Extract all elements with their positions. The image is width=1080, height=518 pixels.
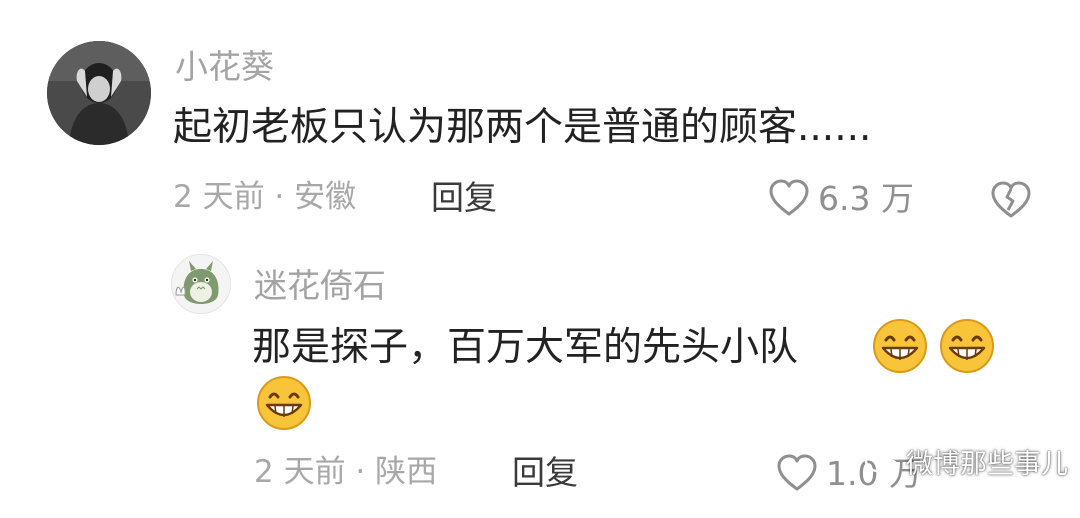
reply-avatar[interactable] (171, 254, 231, 314)
reply-to-reply-button[interactable]: 回复 (512, 456, 578, 489)
reply-content: 那是探子，百万大军的先头小队 (252, 325, 799, 370)
heart-outline-icon (777, 454, 817, 491)
broken-heart-icon (991, 181, 1031, 218)
grinning-emoji (940, 319, 995, 373)
watermark: 微博那些事儿 (864, 448, 1068, 480)
emoji-row-1 (872, 318, 995, 374)
user-photo (47, 41, 151, 145)
grinning-emoji (257, 376, 311, 430)
reply-username[interactable]: 迷花倚石 (254, 269, 386, 302)
wechat-icon (864, 449, 900, 478)
dislike-button[interactable] (990, 180, 1032, 224)
heart-outline-icon (769, 179, 809, 216)
like-count: 6.3 万 (818, 178, 914, 218)
grinning-emoji (873, 319, 927, 373)
watermark-text: 微博那些事儿 (906, 448, 1068, 480)
comment-content: 起初老板只认为那两个是普通的顾客...... (173, 105, 872, 150)
avatar[interactable] (47, 41, 151, 145)
reply-button[interactable]: 回复 (431, 181, 497, 214)
like-button[interactable]: 6.3 万 (768, 178, 914, 218)
totoro-avatar-image (172, 255, 230, 313)
reply-meta: 2 天前 · 陕西 (254, 454, 438, 490)
comment-meta: 2 天前 · 安徽 (173, 179, 357, 215)
emoji-row-2 (256, 375, 312, 431)
comment-username[interactable]: 小花葵 (175, 50, 274, 83)
